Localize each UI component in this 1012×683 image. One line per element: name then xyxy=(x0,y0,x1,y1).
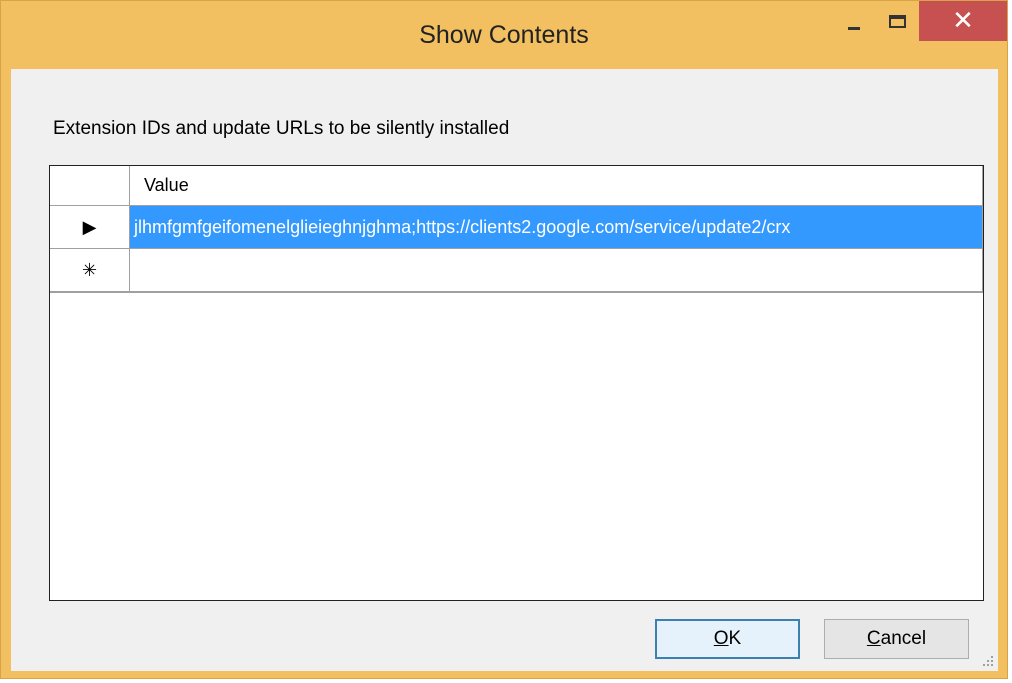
new-row[interactable]: ✳ xyxy=(50,249,983,293)
contents-grid[interactable]: Value ▶ jlhmfgmfgeifomenelglieieghnjghma… xyxy=(49,165,984,601)
value-cell[interactable]: jlhmfgmfgeifomenelglieieghnjghma;https:/… xyxy=(130,206,983,249)
close-button[interactable]: ✕ xyxy=(919,1,1007,41)
column-header-value[interactable]: Value xyxy=(130,166,983,206)
new-value-cell[interactable] xyxy=(130,249,983,292)
ok-mnemonic: O xyxy=(713,628,729,649)
row-header[interactable]: ▶ xyxy=(50,206,130,249)
cancel-label-rest: ancel xyxy=(880,628,927,649)
maximize-icon xyxy=(888,14,906,28)
cancel-mnemonic: C xyxy=(866,628,881,649)
corner-header-cell[interactable] xyxy=(50,166,130,206)
table-row[interactable]: ▶ jlhmfgmfgeifomenelglieieghnjghma;https… xyxy=(50,206,983,249)
dialog-client-area: Extension IDs and update URLs to be sile… xyxy=(11,69,998,671)
size-grip-icon[interactable] xyxy=(981,654,995,668)
description-label: Extension IDs and update URLs to be sile… xyxy=(53,118,510,139)
show-contents-window: Show Contents ✕ Extension IDs and update… xyxy=(0,0,1008,679)
row-pointer-icon: ▶ xyxy=(82,216,97,237)
new-row-header[interactable]: ✳ xyxy=(50,249,130,292)
ok-label-rest: K xyxy=(728,628,742,649)
ok-button[interactable]: OK xyxy=(655,619,800,659)
new-row-icon: ✳ xyxy=(81,259,98,280)
minimize-icon xyxy=(848,26,860,30)
grid-header-row: Value xyxy=(50,166,983,206)
cancel-button[interactable]: Cancel xyxy=(824,619,969,659)
close-icon: ✕ xyxy=(952,6,974,36)
